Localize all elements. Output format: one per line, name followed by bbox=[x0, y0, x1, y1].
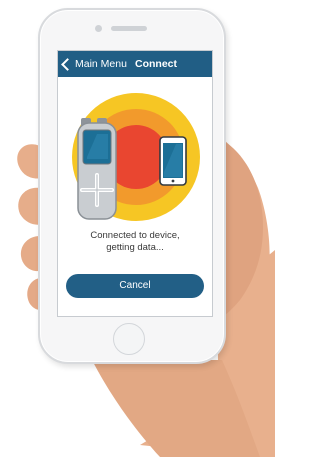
cancel-button[interactable]: Cancel bbox=[66, 274, 204, 298]
page-title: Connect bbox=[135, 58, 177, 70]
back-button-label: Main Menu bbox=[75, 58, 127, 70]
app-bar: Main Menu Connect bbox=[58, 51, 212, 77]
status-line-2: getting data... bbox=[106, 242, 164, 253]
connection-status: Connected to device, getting data... bbox=[58, 230, 212, 254]
status-line-1: Connected to device, bbox=[90, 230, 180, 241]
phone-screen: Main Menu Connect Connected to device, g… bbox=[58, 51, 212, 316]
chevron-left-icon bbox=[61, 58, 74, 71]
camera-icon bbox=[95, 25, 102, 32]
home-button[interactable] bbox=[113, 323, 145, 355]
glucose-meter-icon bbox=[77, 118, 117, 220]
connection-illustration bbox=[72, 93, 200, 221]
speaker-grille bbox=[111, 26, 147, 31]
smartphone-icon bbox=[159, 136, 187, 186]
back-button[interactable]: Main Menu bbox=[61, 51, 127, 77]
